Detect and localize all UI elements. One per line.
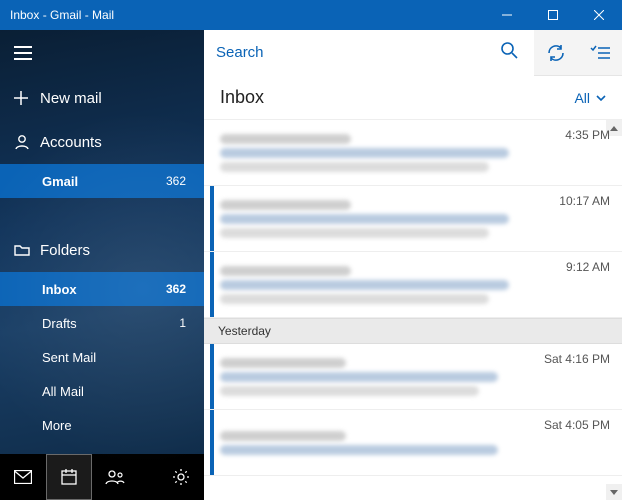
maximize-button[interactable] xyxy=(530,0,576,30)
message-item[interactable]: 9:12 AM xyxy=(204,252,622,318)
content-pane: Inbox All 4:35 PM xyxy=(204,30,622,500)
folder-allmail[interactable]: All Mail xyxy=(0,374,204,408)
unread-indicator xyxy=(210,252,214,317)
bottom-bar xyxy=(0,454,204,500)
message-preview xyxy=(220,423,536,463)
new-mail-button[interactable]: New mail xyxy=(0,76,204,120)
hamburger-button[interactable] xyxy=(0,30,204,76)
settings-button[interactable] xyxy=(158,454,204,500)
search-icon[interactable] xyxy=(496,37,522,68)
message-item[interactable]: Sat 4:16 PM xyxy=(204,344,622,410)
chevron-down-icon xyxy=(596,95,606,101)
filter-label: All xyxy=(574,90,590,106)
sidebar: New mail Accounts Gmail 362 Folders xyxy=(0,30,204,500)
message-time: 9:12 AM xyxy=(548,260,610,274)
folders-label: Folders xyxy=(40,242,204,259)
select-mode-button[interactable] xyxy=(578,30,622,76)
message-item[interactable]: 4:35 PM xyxy=(204,120,622,186)
folder-label: Drafts xyxy=(42,316,179,331)
search-input[interactable] xyxy=(216,44,496,61)
people-app-button[interactable] xyxy=(92,454,138,500)
folder-label: More xyxy=(42,418,186,433)
unread-indicator xyxy=(210,410,214,475)
search-bar xyxy=(204,30,622,76)
folder-count: 362 xyxy=(166,282,186,296)
account-gmail[interactable]: Gmail 362 xyxy=(0,164,204,198)
message-list[interactable]: 4:35 PM 10:17 AM 9:12 AM xyxy=(204,120,622,500)
folders-header[interactable]: Folders xyxy=(0,228,204,272)
new-mail-label: New mail xyxy=(40,90,204,107)
accounts-button[interactable]: Accounts xyxy=(0,120,204,164)
account-name: Gmail xyxy=(42,174,166,189)
message-preview xyxy=(220,350,536,404)
folder-more[interactable]: More xyxy=(0,408,204,442)
minimize-button[interactable] xyxy=(484,0,530,30)
search-box[interactable] xyxy=(204,30,534,76)
folder-title: Inbox xyxy=(220,87,574,108)
mail-icon xyxy=(14,470,32,484)
message-preview xyxy=(220,258,548,312)
folder-label: All Mail xyxy=(42,384,186,399)
accounts-label: Accounts xyxy=(40,134,204,151)
title-bar: Inbox - Gmail - Mail xyxy=(0,0,622,30)
folder-count: 1 xyxy=(179,316,186,330)
mail-app-button[interactable] xyxy=(0,454,46,500)
folder-label: Inbox xyxy=(42,282,166,297)
folder-sent[interactable]: Sent Mail xyxy=(0,340,204,374)
window-title: Inbox - Gmail - Mail xyxy=(0,8,484,22)
calendar-app-button[interactable] xyxy=(46,454,92,500)
checklist-icon xyxy=(590,45,610,61)
unread-indicator xyxy=(210,186,214,251)
folder-inbox[interactable]: Inbox 362 xyxy=(0,272,204,306)
unread-indicator xyxy=(210,344,214,409)
message-time: Sat 4:05 PM xyxy=(536,418,610,432)
folder-label: Sent Mail xyxy=(42,350,186,365)
hamburger-icon xyxy=(14,46,32,60)
message-item[interactable]: Sat 4:05 PM xyxy=(204,410,622,476)
message-item[interactable]: 10:17 AM xyxy=(204,186,622,252)
message-preview xyxy=(220,192,548,246)
message-time: 10:17 AM xyxy=(548,194,610,208)
plus-icon xyxy=(14,91,40,105)
folder-icon xyxy=(14,243,40,257)
scroll-down-button[interactable] xyxy=(606,484,622,500)
calendar-icon xyxy=(61,469,77,485)
people-icon xyxy=(105,469,125,485)
filter-dropdown[interactable]: All xyxy=(574,90,606,106)
message-time: Sat 4:16 PM xyxy=(536,352,610,366)
message-time: 4:35 PM xyxy=(548,128,610,142)
sync-button[interactable] xyxy=(534,30,578,76)
account-unread-count: 362 xyxy=(166,174,186,188)
group-header-yesterday: Yesterday xyxy=(204,318,622,344)
close-button[interactable] xyxy=(576,0,622,30)
person-icon xyxy=(14,134,40,150)
sync-icon xyxy=(546,43,566,63)
message-preview xyxy=(220,126,548,180)
folder-drafts[interactable]: Drafts 1 xyxy=(0,306,204,340)
folder-header: Inbox All xyxy=(204,76,622,120)
gear-icon xyxy=(172,468,190,486)
unread-indicator xyxy=(210,120,214,185)
